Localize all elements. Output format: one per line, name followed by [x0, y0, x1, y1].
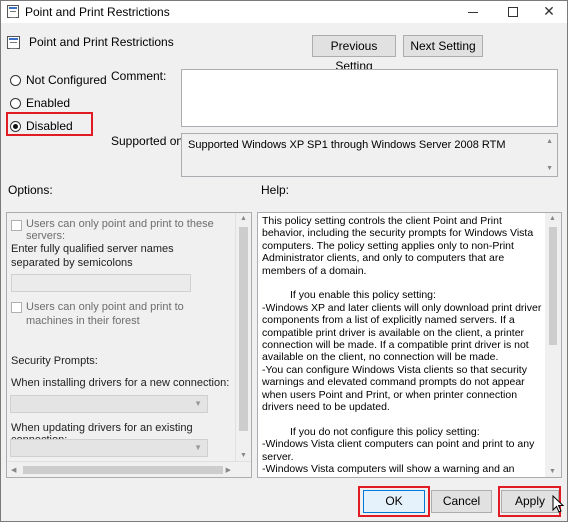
- options-pane: Users can only point and print to these …: [6, 212, 252, 478]
- checkbox-label: Users can only point and print to these …: [26, 218, 214, 242]
- mouse-cursor-icon: [552, 495, 564, 513]
- previous-setting-button[interactable]: Previous Setting: [312, 35, 396, 73]
- next-setting-button[interactable]: Next Setting: [403, 35, 483, 57]
- minimize-button[interactable]: [453, 1, 493, 23]
- options-vertical-scrollbar[interactable]: ▲ ▼: [235, 213, 251, 461]
- security-prompts-heading: Security Prompts:: [11, 355, 98, 367]
- scrollbar-thumb[interactable]: [23, 466, 223, 474]
- comment-textarea[interactable]: [181, 69, 558, 127]
- close-button[interactable]: ✕: [529, 1, 568, 23]
- radio-label: Enabled: [26, 96, 71, 110]
- scroll-down-icon[interactable]: ▼: [546, 165, 553, 172]
- checkbox-box: [11, 220, 22, 231]
- server-names-prompt: Enter fully qualified server names separ…: [11, 243, 174, 269]
- policy-name: Point and Print Restrictions: [29, 35, 174, 49]
- help-paragraph: This policy setting controls the client …: [262, 215, 534, 277]
- radio-label: Not Configured: [26, 73, 107, 87]
- new-connection-label: When installing drivers for a new connec…: [11, 377, 230, 389]
- chevron-down-icon: ▼: [194, 443, 202, 452]
- help-vertical-scrollbar[interactable]: ▲ ▼: [545, 213, 561, 477]
- options-label: Options:: [8, 183, 53, 197]
- scroll-right-icon[interactable]: ▶: [226, 466, 231, 474]
- radio-circle: [10, 74, 21, 86]
- maximize-icon: [508, 7, 518, 18]
- forest-only-checkbox[interactable]: Users can only point and print to machin…: [11, 300, 229, 328]
- chevron-down-icon: ▼: [194, 399, 202, 408]
- existing-connection-select[interactable]: ▼: [10, 439, 208, 457]
- checkbox-label: Users can only point and print to machin…: [26, 301, 184, 327]
- dialog-window: Point and Print Restrictions ✕ Point and…: [0, 0, 568, 522]
- cancel-button[interactable]: Cancel: [431, 490, 492, 513]
- scroll-up-icon[interactable]: ▲: [546, 138, 553, 145]
- help-paragraph: If you enable this policy setting: -Wind…: [262, 289, 542, 414]
- policy-settings-icon: [7, 5, 19, 18]
- radio-circle: [10, 97, 21, 109]
- close-icon: ✕: [543, 3, 555, 19]
- help-pane: This policy setting controls the client …: [257, 212, 562, 478]
- scroll-left-icon[interactable]: ◀: [11, 466, 16, 474]
- scroll-down-icon[interactable]: ▼: [549, 468, 556, 475]
- scroll-down-icon[interactable]: ▼: [240, 452, 247, 459]
- help-text: This policy setting controls the client …: [262, 215, 545, 477]
- help-paragraph: If you do not configure this policy sett…: [262, 425, 535, 477]
- minimize-icon: [468, 11, 478, 13]
- server-names-input[interactable]: [11, 274, 191, 292]
- comment-label: Comment:: [111, 69, 167, 83]
- highlight-disabled: [6, 112, 93, 136]
- scroll-up-icon[interactable]: ▲: [240, 215, 247, 222]
- highlight-ok: [358, 486, 430, 517]
- radio-enabled[interactable]: Enabled: [10, 96, 70, 110]
- scrollbar-thumb[interactable]: [239, 227, 248, 431]
- window-title: Point and Print Restrictions: [25, 5, 170, 19]
- scrollbar-thumb[interactable]: [549, 227, 557, 345]
- policy-icon: [7, 36, 20, 49]
- options-horizontal-scrollbar[interactable]: ◀ ▶: [7, 461, 251, 477]
- maximize-button[interactable]: [493, 1, 533, 23]
- supported-on-value: Supported Windows XP SP1 through Windows…: [188, 139, 506, 151]
- servers-only-checkbox[interactable]: Users can only point and print to these …: [11, 218, 251, 242]
- radio-not-configured[interactable]: Not Configured: [10, 73, 107, 87]
- title-bar: Point and Print Restrictions ✕: [1, 1, 567, 23]
- checkbox-box: [11, 302, 22, 313]
- scroll-up-icon[interactable]: ▲: [549, 215, 556, 222]
- new-connection-select[interactable]: ▼: [10, 395, 208, 413]
- help-label: Help:: [261, 183, 290, 197]
- supported-on-label: Supported on:: [111, 134, 187, 148]
- supported-on-box: Supported Windows XP SP1 through Windows…: [181, 133, 558, 177]
